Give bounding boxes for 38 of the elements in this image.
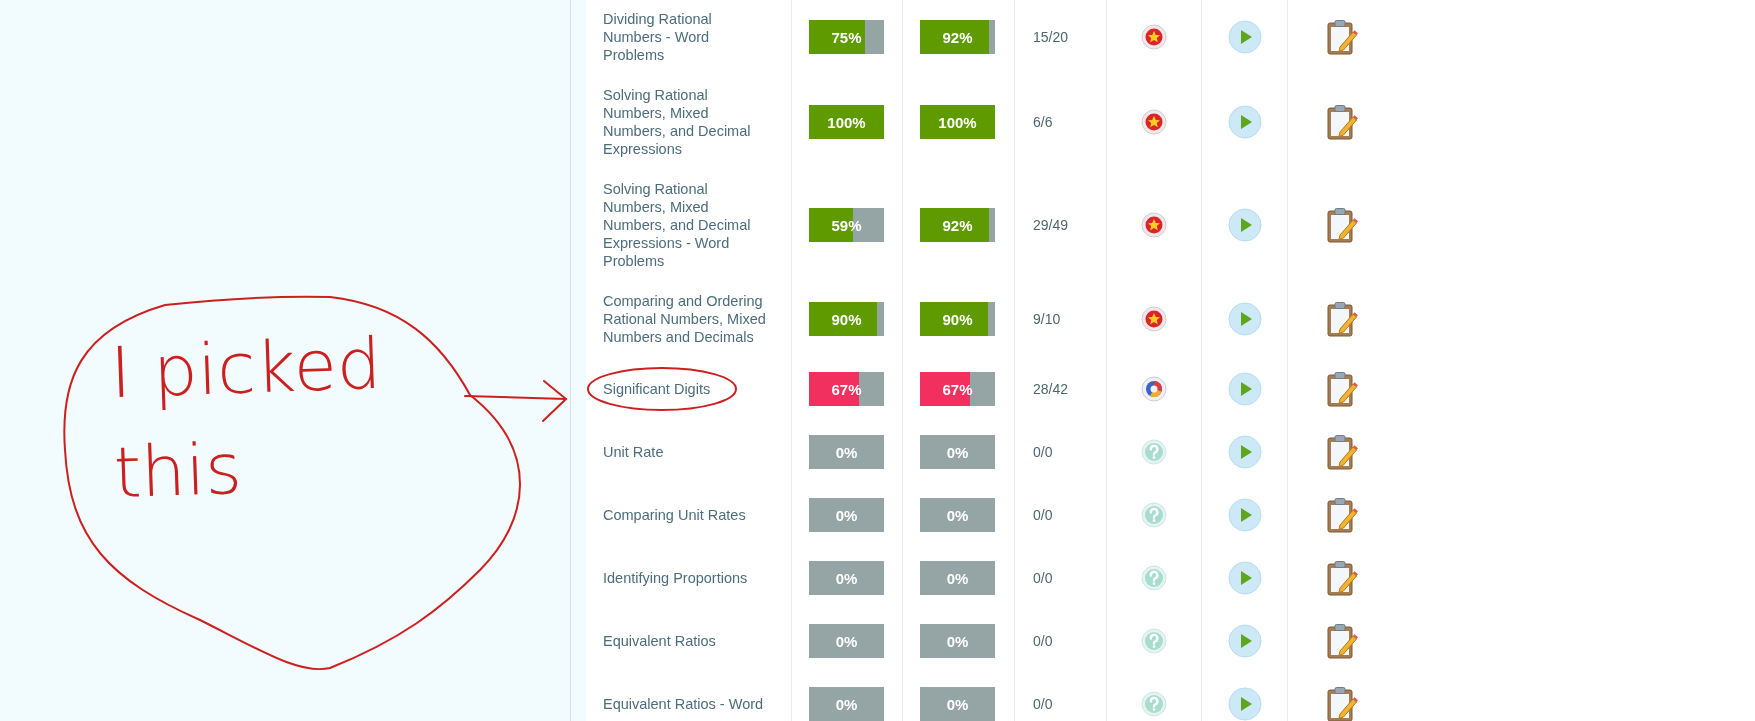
score-percent: 0% (835, 506, 858, 523)
score-percent: 0% (946, 695, 969, 712)
question-count: 28/42 (1033, 380, 1069, 397)
score-percent: 92% (942, 216, 973, 234)
score-percent: 100% (938, 113, 977, 131)
score-percent: 100% (827, 113, 866, 131)
handwritten-note: I picked this (108, 321, 384, 517)
skill-name: Comparing Unit Rates (603, 505, 746, 524)
question-count: 9/10 (1033, 311, 1061, 327)
score-percent: 0% (946, 506, 969, 523)
score-percent: 0% (835, 632, 858, 649)
skill-name: Unit Rate (603, 442, 664, 461)
skill-name: Solving Rational Numbers, Mixed Numbers, and Decimal Expressions - Word Problems (603, 180, 752, 270)
question-count: 0/0 (1033, 569, 1053, 586)
score-percent: 90% (942, 310, 973, 328)
score-percent: 0% (946, 569, 969, 586)
score-percent: 75% (831, 28, 862, 46)
score-percent: 0% (946, 443, 969, 460)
question-count: 29/49 (1033, 217, 1069, 233)
question-count: 0/0 (1033, 506, 1053, 523)
score-percent: 92% (942, 28, 973, 46)
skill-name: Comparing and Ordering Rational Numbers, Mixed Numbers and Decimals (603, 292, 767, 346)
skill-name: Equivalent Ratios (603, 631, 716, 650)
skill-name: Solving Rational Numbers, Mixed Numbers, and Decimal Expressions (603, 86, 752, 158)
question-count: 0/0 (1033, 443, 1053, 460)
score-percent: 0% (835, 695, 858, 712)
score-percent: 90% (831, 310, 862, 328)
skill-name: Equivalent Ratios - Word (603, 694, 764, 713)
question-count: 0/0 (1033, 632, 1053, 649)
score-percent: 0% (835, 569, 858, 586)
score-percent: 0% (946, 632, 969, 649)
skill-name: Significant Digits (603, 379, 711, 398)
skill-name: Identifying Proportions (603, 568, 748, 587)
question-count: 6/6 (1033, 114, 1053, 130)
question-count: 0/0 (1033, 695, 1053, 712)
skill-name: Dividing Rational Numbers - Word Problems (603, 10, 713, 64)
question-count: 15/20 (1033, 29, 1069, 45)
score-percent: 0% (835, 443, 858, 460)
